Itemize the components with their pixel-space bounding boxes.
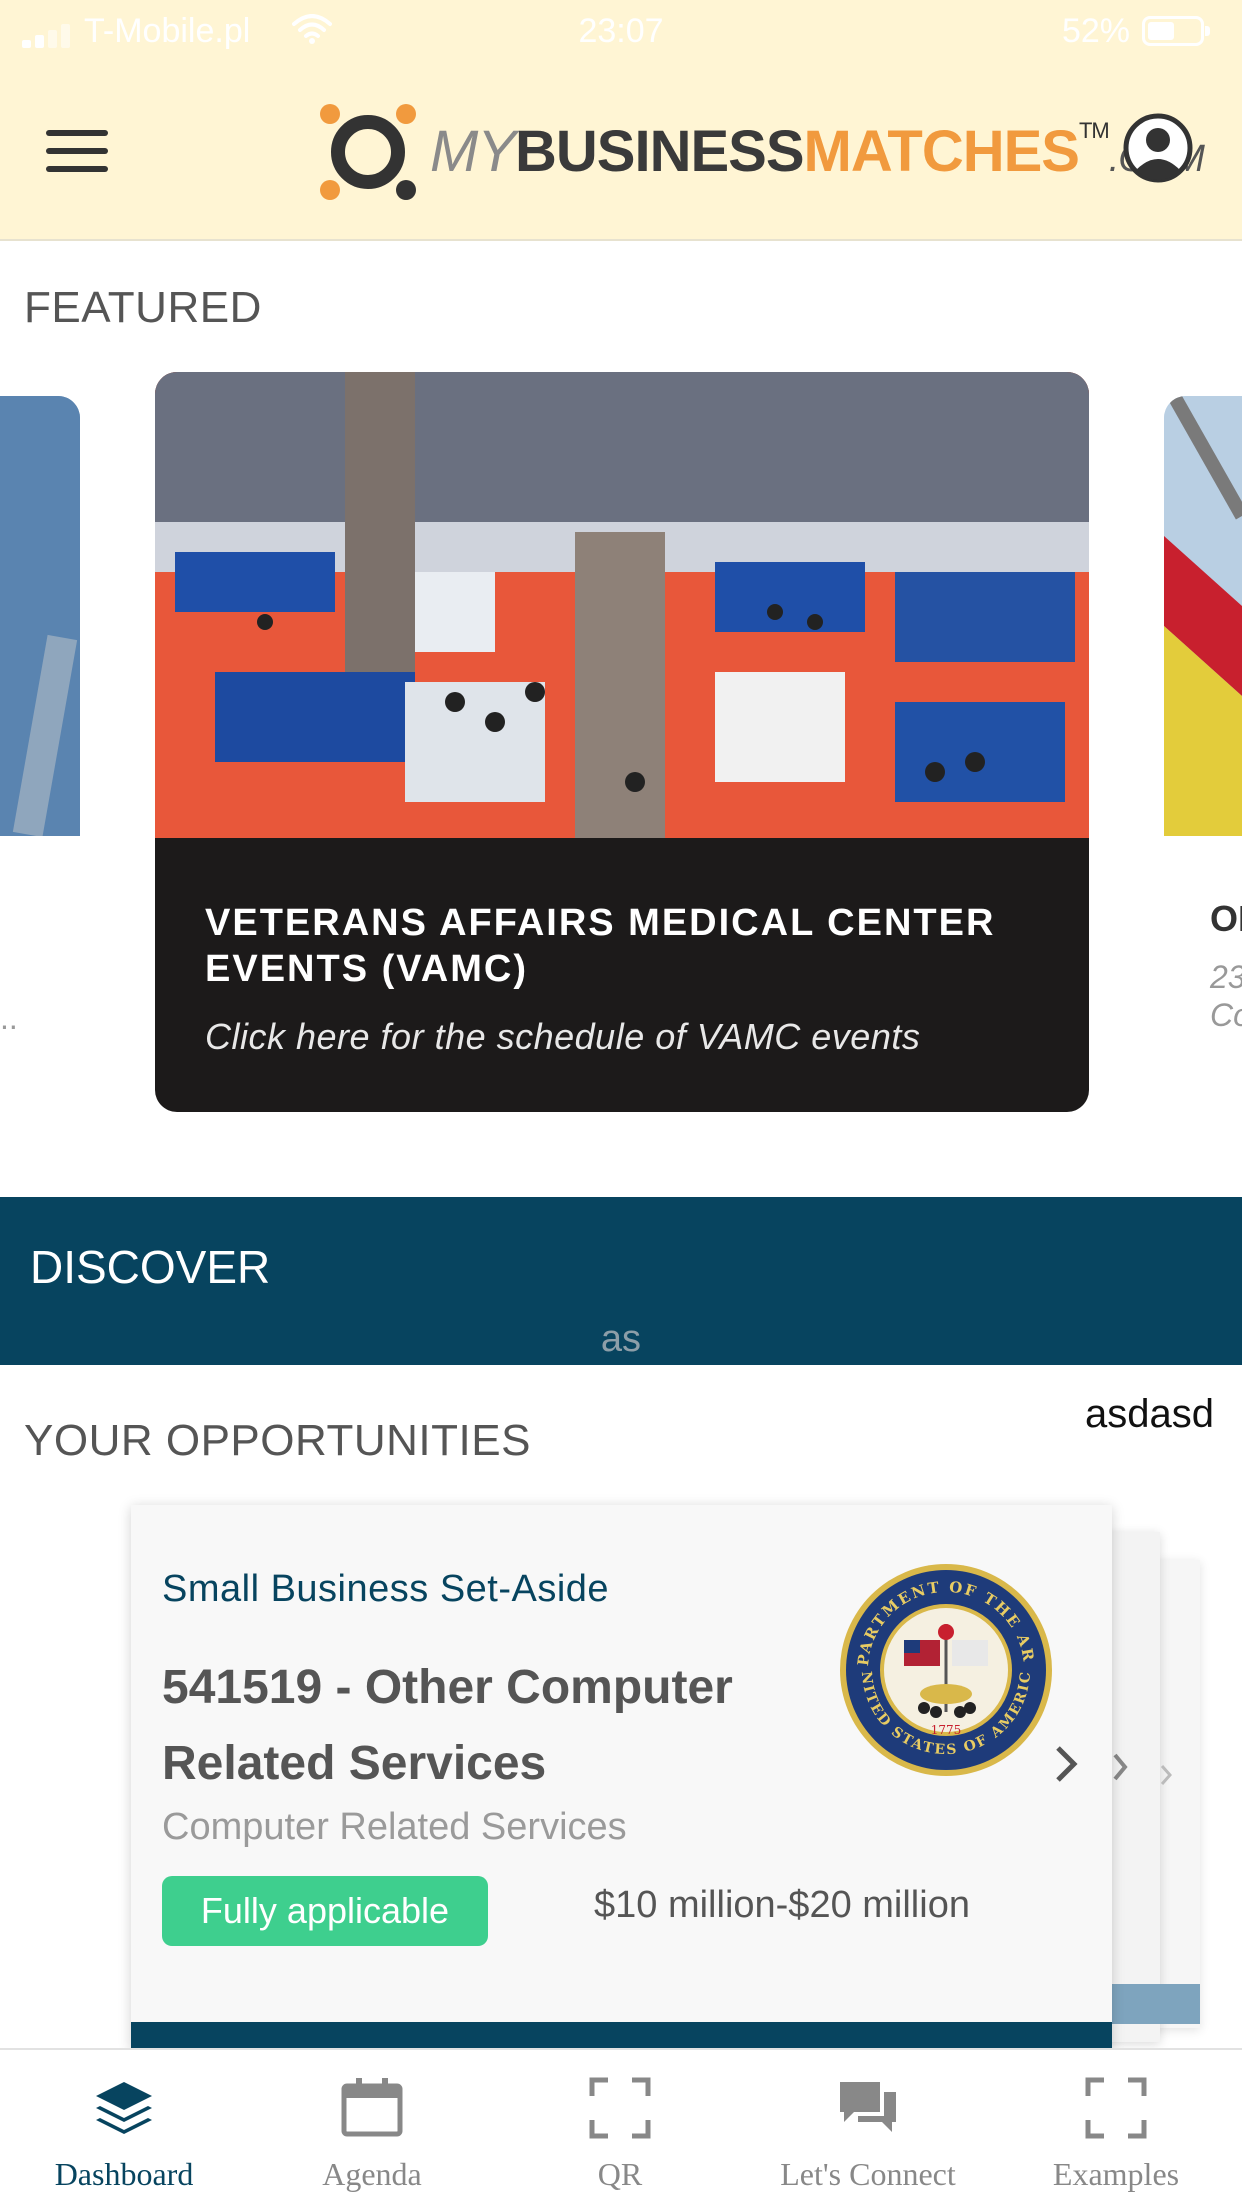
logo-wordmark: MYBUSINESSMATCHESTM.COM bbox=[430, 118, 1205, 184]
opportunity-type: Small Business Set-Aside bbox=[162, 1568, 610, 1610]
discover-caption: as bbox=[600, 1318, 642, 1360]
tab-label: Agenda bbox=[322, 2156, 422, 2192]
opportunity-value-range: $10 million-$20 million bbox=[594, 1884, 970, 1926]
tab-qr[interactable]: QR bbox=[496, 2070, 744, 2200]
tab-label: Examples bbox=[1052, 2156, 1180, 2192]
clock: 23:07 bbox=[578, 12, 664, 50]
applicability-badge: Fully applicable bbox=[162, 1876, 488, 1946]
army-seal-logo: DEPARTMENT OF THE ARMY UNITED STATES OF … bbox=[838, 1562, 1052, 1776]
tab-agenda[interactable]: Agenda bbox=[248, 2070, 496, 2200]
featured-card-subtitle: Click here for the schedule of VAMC even… bbox=[205, 1016, 921, 1057]
stacked-card-strip bbox=[1112, 1984, 1200, 2024]
app-logo: MYBUSINESSMATCHESTM.COM bbox=[316, 100, 1205, 204]
opportunity-title: 541519 - Other Computer Related Services bbox=[162, 1661, 733, 1790]
qr-scan-icon bbox=[589, 2077, 651, 2139]
opportunities-extra-text: asdasd bbox=[1085, 1392, 1214, 1436]
tab-label: Let's Connect bbox=[780, 2156, 956, 2192]
tab-label: QR bbox=[597, 2156, 643, 2192]
featured-event-card[interactable]: VETERANS AFFAIRS MEDICAL CENTER EVENTS (… bbox=[155, 372, 1089, 1112]
opportunity-category: Computer Related Services bbox=[162, 1806, 627, 1848]
hamburger-menu-icon[interactable] bbox=[46, 130, 108, 172]
featured-section-title: FEATURED bbox=[24, 283, 262, 332]
tab-label: Dashboard bbox=[54, 2156, 194, 2192]
tab-lets-connect[interactable]: Let's Connect bbox=[744, 2070, 992, 2200]
chevron-right-icon[interactable] bbox=[1054, 1744, 1078, 1784]
chat-bubbles-icon bbox=[840, 2082, 896, 2132]
opportunities-section-title: YOUR OPPORTUNITIES bbox=[24, 1416, 531, 1465]
status-bar: T-Mobile.pl 23:07 52% bbox=[0, 0, 1242, 62]
next-card-title: OI bbox=[1210, 898, 1242, 939]
chevron-right-icon bbox=[1113, 1753, 1128, 1781]
tab-examples[interactable]: Examples bbox=[992, 2070, 1240, 2200]
logo-mark-icon bbox=[320, 104, 416, 200]
calendar-icon bbox=[341, 2078, 403, 2137]
previous-card-snippet: .. bbox=[0, 1000, 18, 1036]
featured-card-next[interactable] bbox=[1164, 396, 1242, 836]
trade-show-photo bbox=[155, 372, 1089, 838]
tab-dashboard[interactable]: Dashboard bbox=[0, 2070, 248, 2200]
user-profile-icon[interactable] bbox=[1122, 112, 1194, 184]
layers-icon bbox=[96, 2082, 152, 2134]
chevron-right-icon bbox=[1160, 1765, 1172, 1785]
battery-percent: 52% bbox=[1061, 12, 1130, 50]
discover-title: DISCOVER bbox=[30, 1241, 271, 1293]
featured-card-previous[interactable] bbox=[0, 396, 80, 836]
next-card-snippet: 23Co bbox=[1210, 959, 1242, 1033]
featured-card-title: VETERANS AFFAIRS MEDICAL CENTER EVENTS (… bbox=[205, 902, 996, 990]
scan-frame-icon bbox=[1085, 2077, 1147, 2139]
battery-icon bbox=[1142, 16, 1210, 46]
svg-text:1775: 1775 bbox=[931, 1723, 962, 1737]
